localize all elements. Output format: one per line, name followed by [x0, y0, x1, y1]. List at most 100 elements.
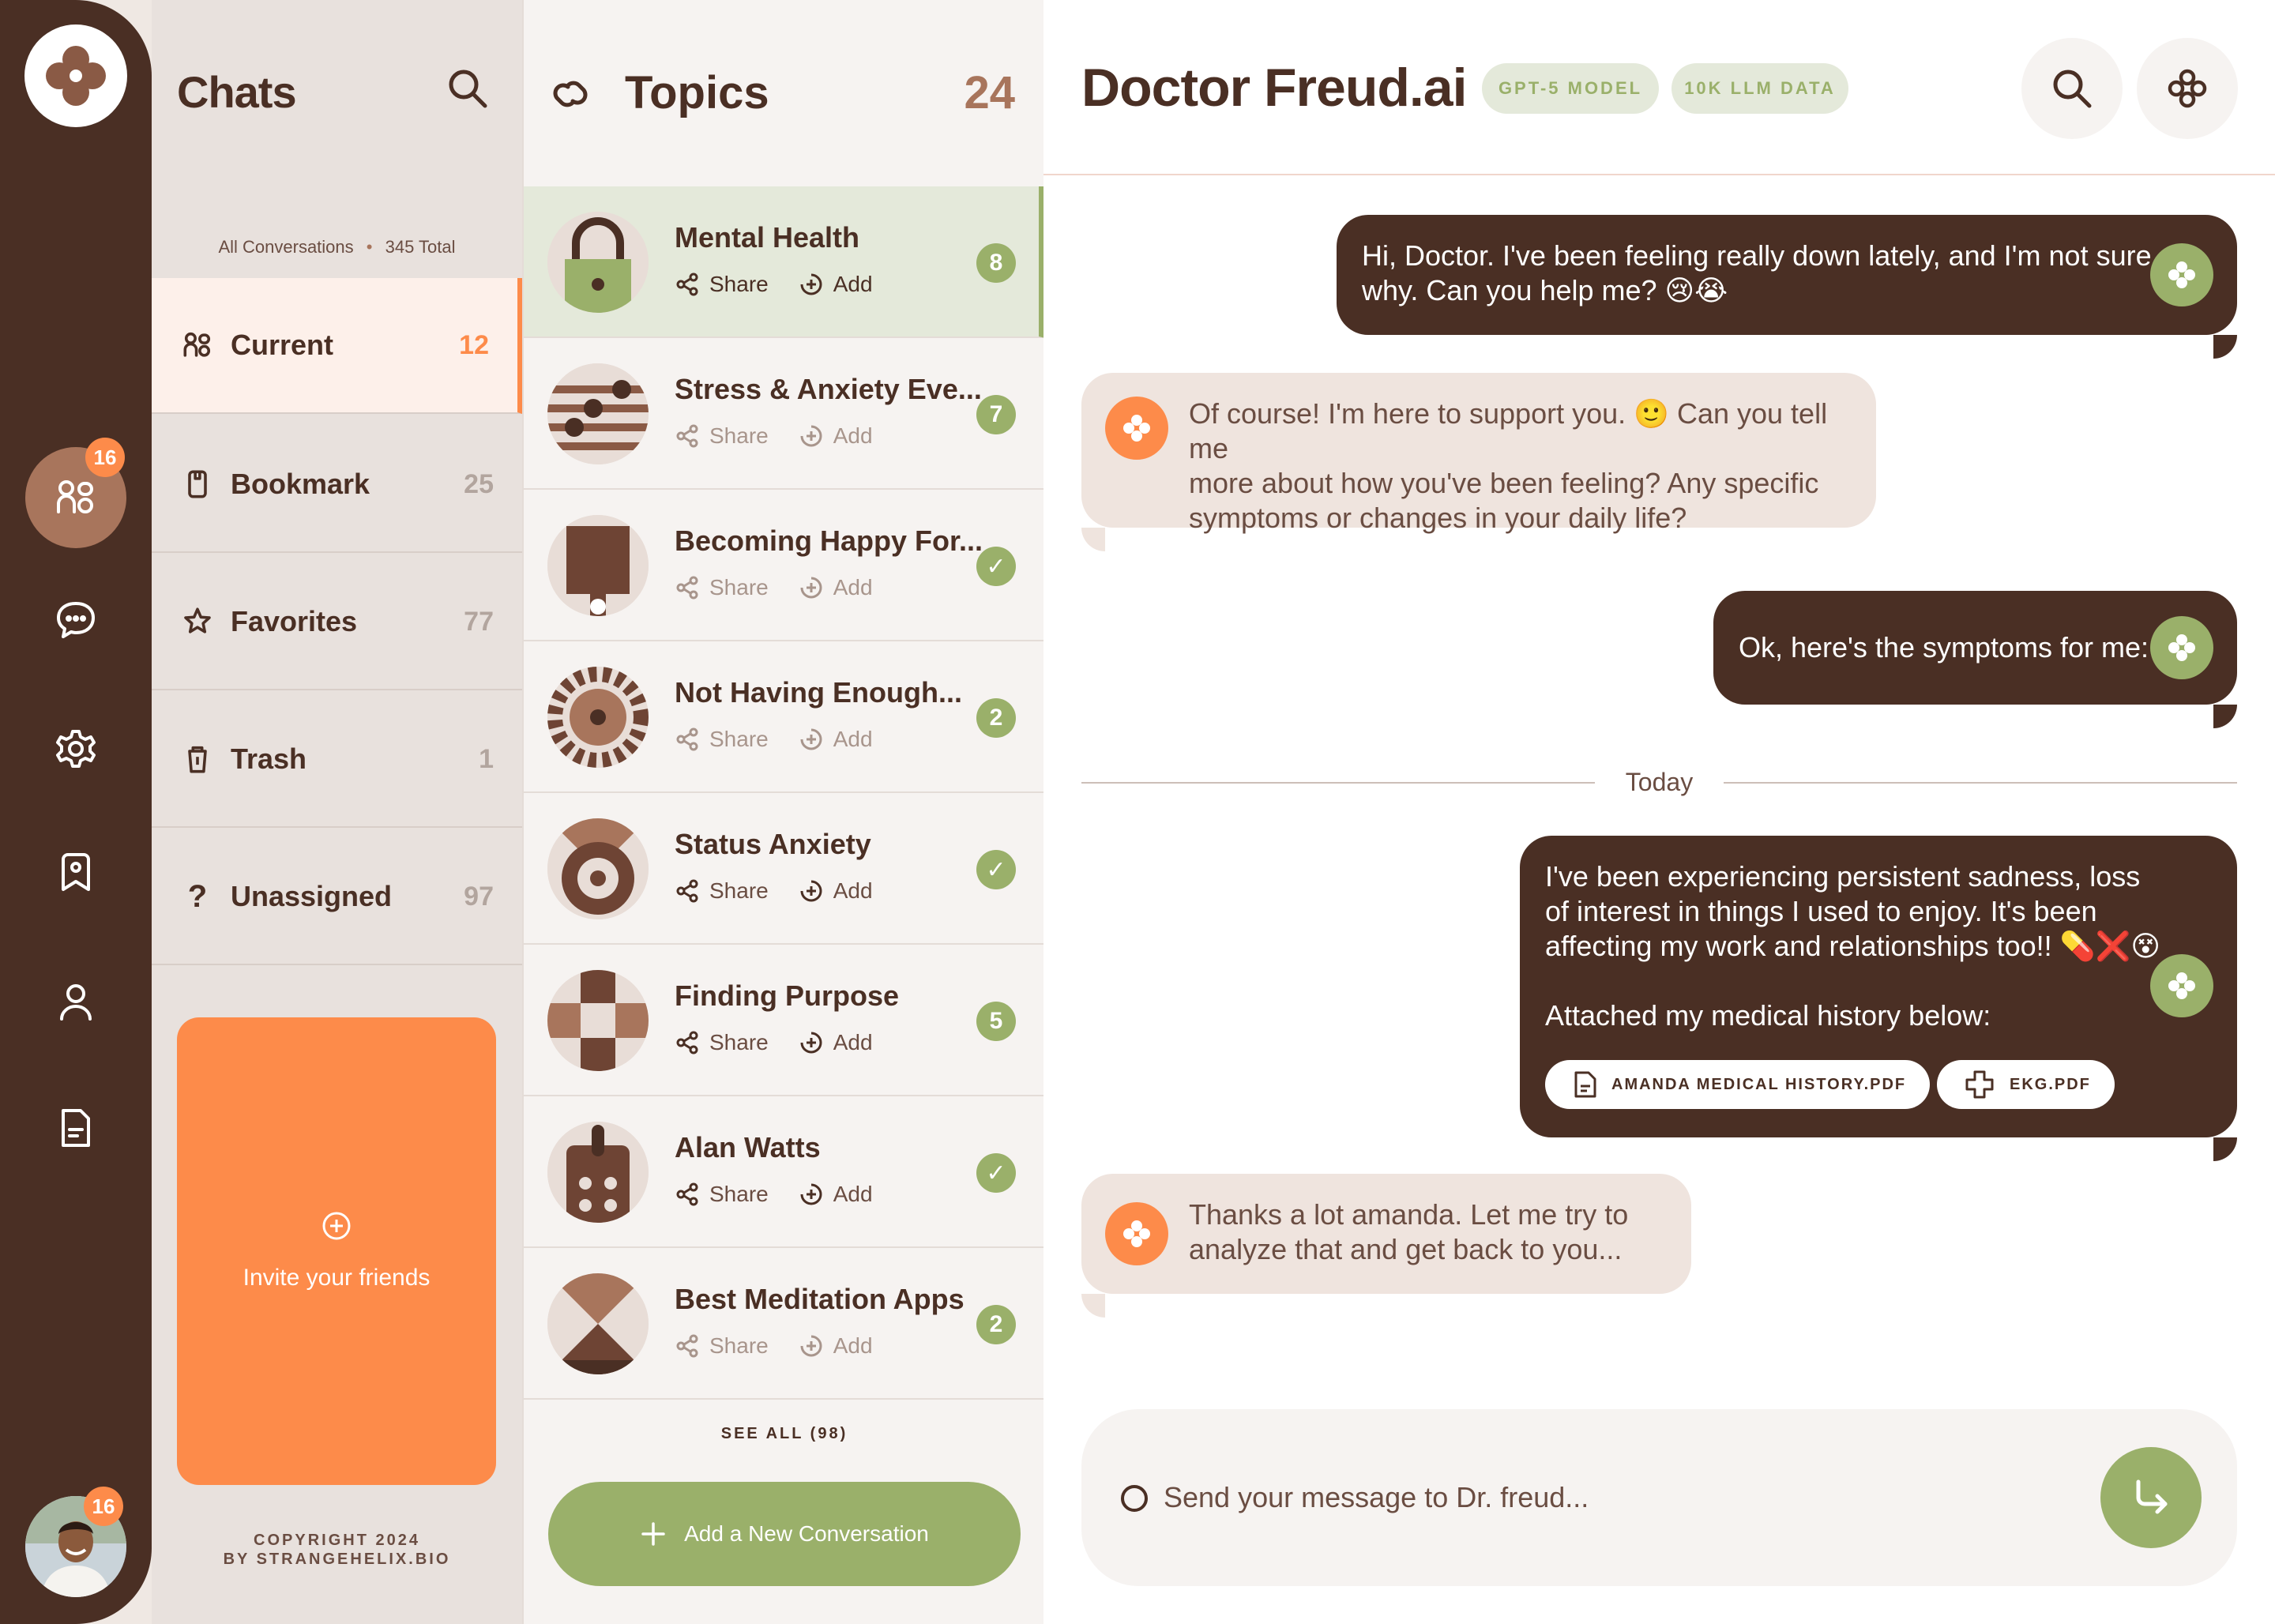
- topic-item[interactable]: Becoming Happy For... Share Add ✓: [524, 490, 1045, 641]
- bubble-tail: [2213, 1137, 2237, 1161]
- add-label[interactable]: Add: [833, 423, 873, 449]
- folder-label: Trash: [231, 742, 307, 775]
- topic-name: Becoming Happy For...: [675, 524, 983, 557]
- message-text: analyze that and get back to you...: [1189, 1233, 1623, 1265]
- topic-item[interactable]: Best Meditation Apps Share Add 2: [524, 1248, 1045, 1400]
- topic-item[interactable]: Mental Health Share Add 8: [524, 186, 1045, 338]
- settings-nav-button[interactable]: [25, 698, 126, 799]
- topic-item[interactable]: Alan Watts Share Add ✓: [524, 1096, 1045, 1248]
- share-label[interactable]: Share: [709, 272, 769, 297]
- topic-actions: Share Add: [675, 423, 873, 449]
- message-text: Ok, here's the symptoms for me:: [1739, 631, 2149, 664]
- message-text: Of course! I'm here to support you. 🙂 Ca…: [1189, 397, 1828, 464]
- topic-item[interactable]: Finding Purpose Share Add 5: [524, 945, 1045, 1096]
- message-text: why. Can you help me? 😢😭: [1362, 274, 1728, 306]
- notification-badge: 16: [85, 438, 125, 477]
- topic-name: Finding Purpose: [675, 979, 899, 1012]
- file-icon: [1574, 1071, 1596, 1098]
- copyright: COPYRIGHT 2024 BY STRANGEHELIX.BIO: [152, 1531, 522, 1569]
- share-icon[interactable]: [675, 727, 700, 752]
- add-icon[interactable]: [799, 727, 824, 752]
- share-label[interactable]: Share: [709, 1182, 769, 1207]
- topic-actions: Share Add: [675, 727, 873, 752]
- share-label[interactable]: Share: [709, 575, 769, 600]
- add-icon[interactable]: [799, 423, 824, 449]
- topic-item[interactable]: Not Having Enough... Share Add 2: [524, 641, 1045, 793]
- topic-item[interactable]: Stress & Anxiety Eve... Share Add 7: [524, 338, 1045, 490]
- add-label[interactable]: Add: [833, 575, 873, 600]
- folder-favorites[interactable]: Favorites 77: [152, 554, 522, 690]
- folder-bookmark[interactable]: Bookmark 25: [152, 417, 522, 553]
- conversations-meta: All Conversations • 345 Total: [218, 237, 456, 257]
- topic-thumbnail: [547, 515, 649, 616]
- topic-thumbnail: [547, 970, 649, 1071]
- share-label[interactable]: Share: [709, 423, 769, 449]
- folder-trash[interactable]: Trash 1: [152, 692, 522, 828]
- chat-menu-button[interactable]: [2137, 38, 2238, 139]
- messages-nav-button[interactable]: [25, 569, 126, 670]
- flower-logo-icon[interactable]: [24, 24, 127, 127]
- send-button[interactable]: [2100, 1447, 2202, 1548]
- emoji-circle-icon[interactable]: [1121, 1485, 1148, 1512]
- share-label[interactable]: Share: [709, 727, 769, 752]
- add-label[interactable]: Add: [833, 1182, 873, 1207]
- divider-line: [1724, 782, 2237, 784]
- share-icon[interactable]: [675, 1333, 700, 1359]
- profile-nav-button[interactable]: [25, 951, 126, 1052]
- add-icon[interactable]: [799, 878, 824, 904]
- share-icon[interactable]: [675, 1030, 700, 1055]
- message-text: Hi, Doctor. I've been feeling really dow…: [1362, 239, 2152, 272]
- folder-unassigned[interactable]: ? Unassigned 97: [152, 829, 522, 965]
- topic-count-badge: 2: [976, 1305, 1016, 1344]
- attachment-chip[interactable]: EKG.PDF: [1937, 1060, 2115, 1109]
- see-all-link[interactable]: SEE ALL (98): [524, 1425, 1045, 1443]
- add-icon[interactable]: [799, 1030, 824, 1055]
- chat-search-button[interactable]: [2021, 38, 2123, 139]
- topic-thumbnail: [547, 1273, 649, 1374]
- invite-label: Invite your friends: [243, 1265, 431, 1291]
- message-composer: [1081, 1409, 2237, 1586]
- add-label[interactable]: Add: [833, 1333, 873, 1359]
- share-icon[interactable]: [675, 878, 700, 904]
- contacts-nav-button[interactable]: 16: [25, 438, 126, 548]
- add-conversation-label: Add a New Conversation: [684, 1521, 929, 1546]
- message-text: affecting my work and relationships too!…: [1545, 930, 2160, 962]
- chat-bubble-icon: [57, 602, 95, 638]
- add-label[interactable]: Add: [833, 272, 873, 297]
- share-icon[interactable]: [675, 1182, 700, 1207]
- message-text: more about how you've been feeling? Any …: [1189, 467, 1819, 499]
- add-icon[interactable]: [799, 575, 824, 600]
- message-input[interactable]: [1164, 1477, 2032, 1518]
- add-icon[interactable]: [799, 1333, 824, 1359]
- invite-friends-card[interactable]: Invite your friends: [177, 1017, 496, 1485]
- message-bubble-outgoing: Hi, Doctor. I've been feeling really dow…: [1337, 215, 2237, 335]
- share-icon[interactable]: [675, 575, 700, 600]
- share-label[interactable]: Share: [709, 1030, 769, 1055]
- topics-panel: Topics 24 Mental Health Share Add 8 Stre…: [522, 0, 1045, 1624]
- attachment-chip[interactable]: AMANDA MEDICAL HISTORY.PDF: [1545, 1060, 1931, 1109]
- flower-icon: [2168, 69, 2207, 108]
- bookmark-icon: [62, 853, 90, 891]
- documents-nav-button[interactable]: [25, 1077, 126, 1179]
- folder-current[interactable]: Current 12: [152, 278, 522, 414]
- message-text: of interest in things I used to enjoy. I…: [1545, 895, 2097, 927]
- user-flower-avatar: [2150, 616, 2213, 679]
- share-icon[interactable]: [675, 423, 700, 449]
- share-icon[interactable]: [675, 272, 700, 297]
- search-icon[interactable]: [446, 66, 490, 111]
- add-conversation-button[interactable]: Add a New Conversation: [548, 1482, 1021, 1586]
- bookmark-icon: [180, 467, 215, 502]
- plus-circle-icon: [322, 1212, 351, 1240]
- attachment-name: AMANDA MEDICAL HISTORY.PDF: [1611, 1076, 1907, 1093]
- topic-item[interactable]: Status Anxiety Share Add ✓: [524, 793, 1045, 945]
- add-label[interactable]: Add: [833, 727, 873, 752]
- saved-nav-button[interactable]: [25, 823, 126, 924]
- topic-count-badge: 2: [976, 698, 1016, 738]
- add-icon[interactable]: [799, 272, 824, 297]
- add-label[interactable]: Add: [833, 1030, 873, 1055]
- add-label[interactable]: Add: [833, 878, 873, 904]
- folder-label: Current: [231, 329, 334, 361]
- share-label[interactable]: Share: [709, 878, 769, 904]
- share-label[interactable]: Share: [709, 1333, 769, 1359]
- add-icon[interactable]: [799, 1182, 824, 1207]
